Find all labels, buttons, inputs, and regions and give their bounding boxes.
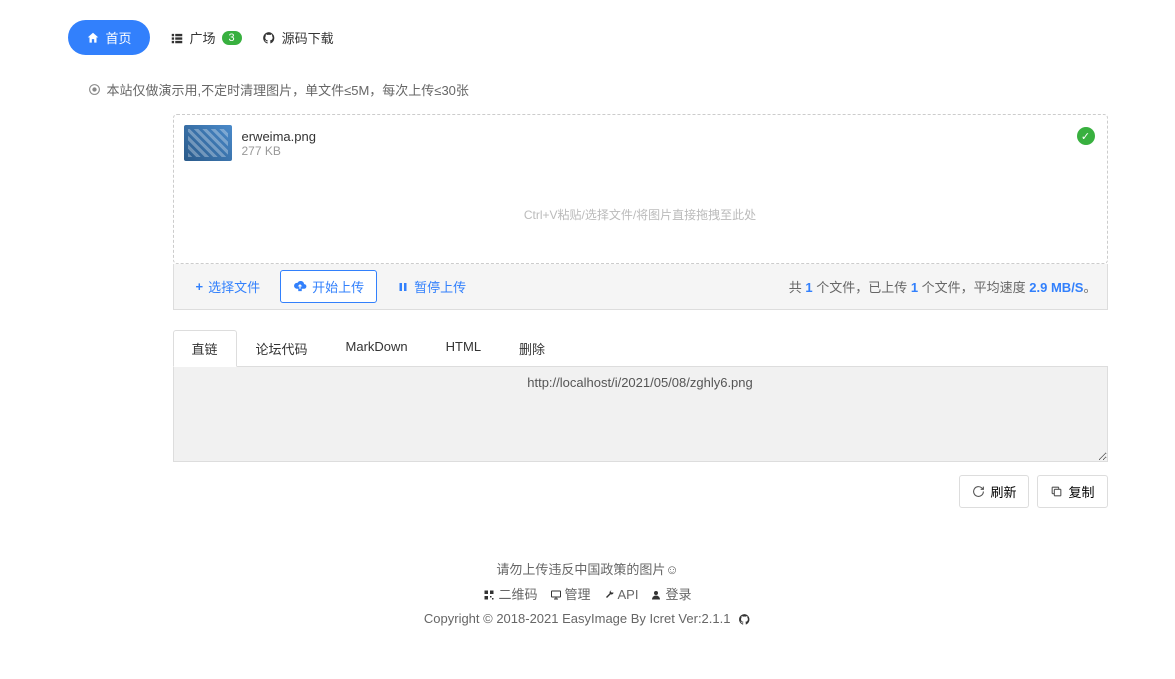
file-size: 277 KB	[242, 144, 316, 158]
select-files-button[interactable]: + 选择文件	[184, 271, 273, 302]
tab-html[interactable]: HTML	[427, 330, 500, 367]
result-textarea[interactable]	[173, 367, 1108, 462]
start-upload-button[interactable]: 开始上传	[280, 270, 377, 303]
nav-source-button[interactable]: 源码下载	[262, 28, 334, 47]
refresh-icon	[972, 485, 985, 498]
drop-hint: Ctrl+V粘贴/选择文件/将图片直接拖拽至此处	[184, 206, 1097, 223]
tab-bbcode[interactable]: 论坛代码	[237, 330, 327, 367]
target-icon	[88, 83, 101, 96]
result-tabs: 直链 论坛代码 MarkDown HTML 删除	[173, 330, 1108, 367]
upload-status: 共 1 个文件，已上传 1 个文件，平均速度 2.9 MB/S。	[789, 277, 1097, 296]
file-item: erweima.png 277 KB	[184, 125, 1097, 161]
top-nav: 首页 广场 3 源码下载	[68, 20, 1108, 55]
nav-source-label: 源码下载	[282, 28, 334, 47]
footer-warning: 请勿上传违反中国政策的图片☺	[68, 558, 1108, 583]
upload-dropzone[interactable]: erweima.png 277 KB ✓ Ctrl+V粘贴/选择文件/将图片直接…	[173, 114, 1108, 264]
file-name: erweima.png	[242, 129, 316, 144]
notice-text: 本站仅做演示用,不定时清理图片，单文件≤5M，每次上传≤30张	[107, 80, 469, 99]
nav-square-label: 广场	[190, 28, 216, 47]
square-badge: 3	[222, 31, 242, 45]
footer-qrcode-link[interactable]: 二维码	[483, 583, 537, 608]
copy-button[interactable]: 复制	[1037, 475, 1107, 508]
nav-home-button[interactable]: 首页	[68, 20, 150, 55]
success-check-icon: ✓	[1077, 127, 1095, 145]
pause-icon	[397, 281, 409, 293]
footer-admin-link[interactable]: 管理	[550, 583, 591, 608]
github-icon	[262, 31, 276, 45]
github-icon[interactable]	[738, 613, 751, 626]
list-icon	[170, 31, 184, 45]
cloud-upload-icon	[293, 280, 307, 294]
tab-markdown[interactable]: MarkDown	[327, 330, 427, 367]
nav-home-label: 首页	[106, 28, 132, 47]
plus-icon: +	[196, 279, 204, 294]
qrcode-icon	[483, 589, 495, 601]
tab-direct-link[interactable]: 直链	[173, 330, 237, 367]
user-icon	[650, 589, 662, 601]
footer-api-link[interactable]: API	[603, 583, 639, 608]
pause-upload-button[interactable]: 暂停上传	[385, 271, 478, 302]
tab-delete[interactable]: 删除	[500, 330, 564, 367]
footer-login-link[interactable]: 登录	[650, 583, 691, 608]
footer-copyright: Copyright © 2018-2021 EasyImage By Icret…	[68, 607, 1108, 632]
monitor-icon	[550, 589, 562, 601]
file-thumbnail	[184, 125, 232, 161]
copy-icon	[1050, 485, 1063, 498]
wrench-icon	[603, 589, 615, 601]
refresh-button[interactable]: 刷新	[959, 475, 1029, 508]
result-actions: 刷新 复制	[173, 475, 1108, 508]
upload-toolbar: + 选择文件 开始上传 暂停上传 共 1 个文件，已上传 1 个文件，平均速度 …	[173, 264, 1108, 310]
notice-bar: 本站仅做演示用,不定时清理图片，单文件≤5M，每次上传≤30张	[88, 80, 1108, 99]
footer-links: 二维码 管理 API 登录	[68, 583, 1108, 608]
home-icon	[86, 31, 100, 45]
footer: 请勿上传违反中国政策的图片☺ 二维码 管理 API 登录 Copyright ©…	[68, 558, 1108, 632]
nav-square-button[interactable]: 广场 3	[170, 28, 242, 47]
